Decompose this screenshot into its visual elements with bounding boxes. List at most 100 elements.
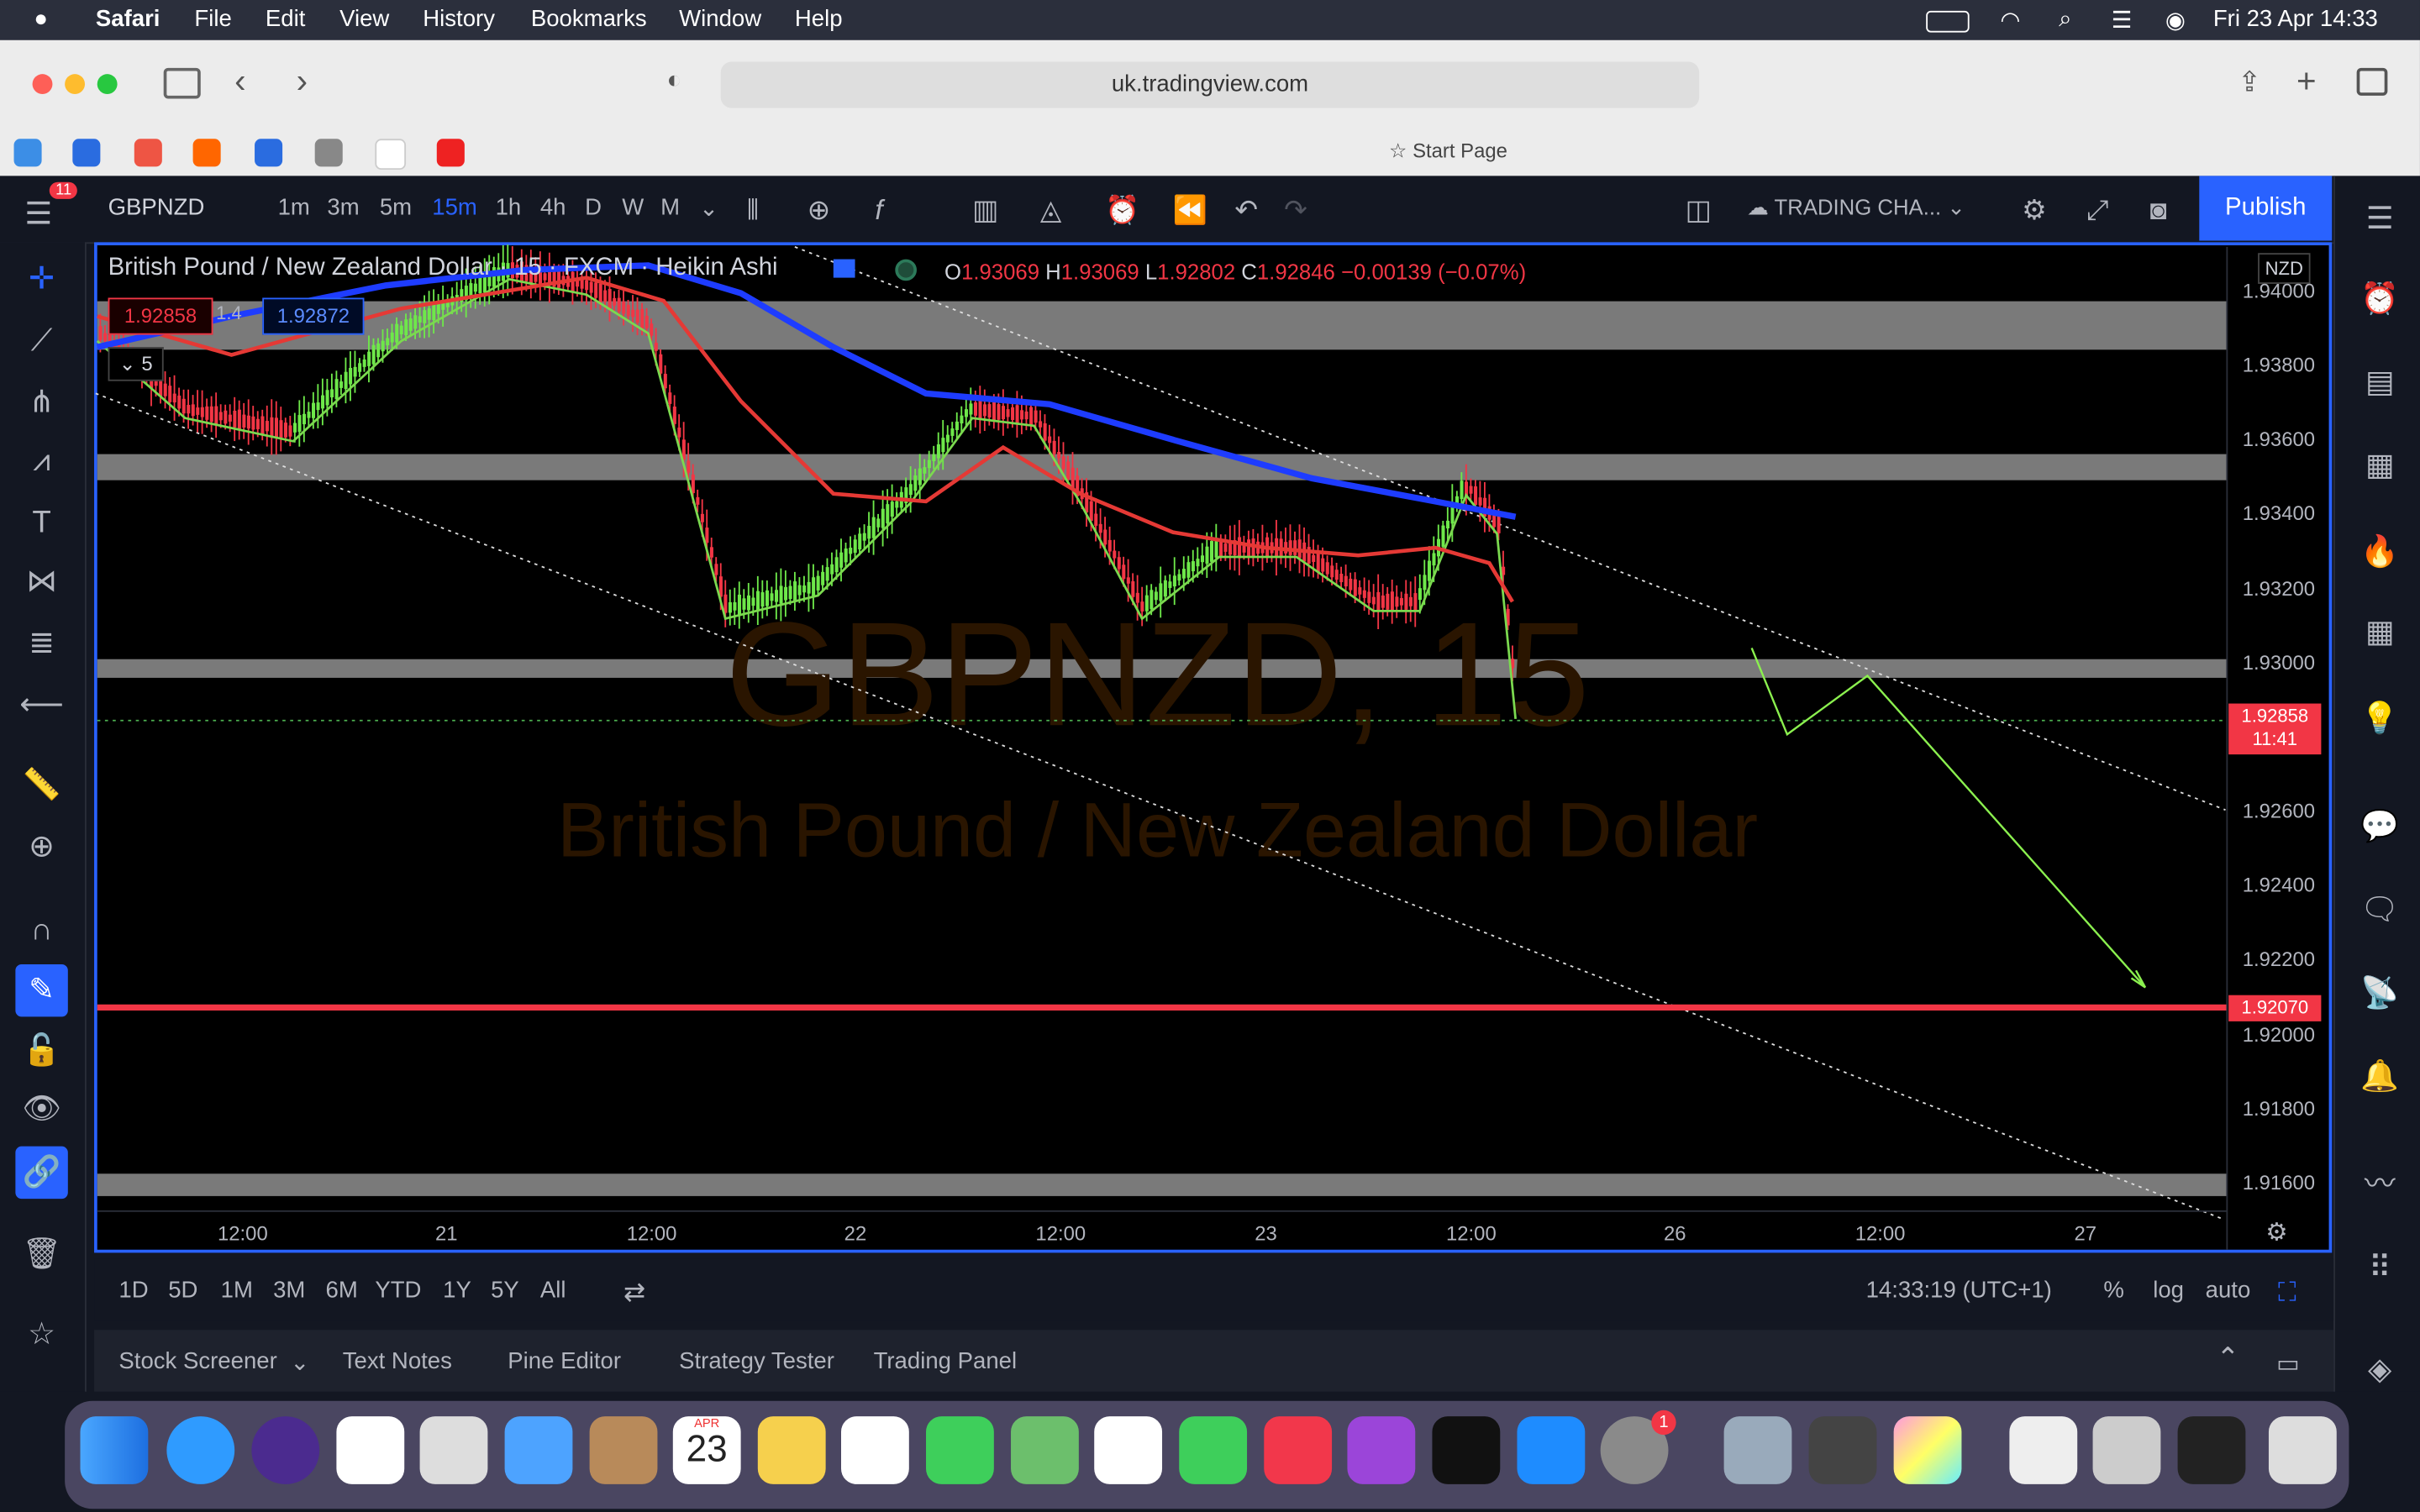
time-tick: 22 xyxy=(844,1221,867,1246)
candle-body xyxy=(334,379,339,400)
chart-thumbnail-icon[interactable] xyxy=(2177,1416,2246,1484)
tab-strategy-tester[interactable]: Strategy Tester xyxy=(679,1348,834,1374)
time-tick: 21 xyxy=(434,1221,458,1246)
candle-body xyxy=(728,601,732,613)
candle-body xyxy=(709,547,713,558)
calendar-app-icon[interactable]: APR 23 xyxy=(672,1416,741,1484)
candle-body xyxy=(663,374,667,389)
photos-icon[interactable] xyxy=(1094,1416,1163,1484)
candle-body xyxy=(687,460,691,473)
candle-body xyxy=(1048,436,1052,444)
candle-body xyxy=(760,592,765,607)
ohlc-values: O1.93069 H1.93069 L1.92802 C1.92846 −0.0… xyxy=(944,259,1527,284)
range-1d[interactable]: 1D xyxy=(118,1278,148,1304)
chevron-up-icon[interactable]: ⌃ xyxy=(2217,1342,2240,1375)
range-1y[interactable]: 1Y xyxy=(443,1278,471,1304)
candle-body xyxy=(1376,591,1381,612)
candle-body xyxy=(677,428,681,438)
price-zone[interactable] xyxy=(97,1173,2228,1196)
candle-body xyxy=(163,383,167,396)
maps-icon[interactable] xyxy=(1011,1416,1079,1484)
facetime-icon[interactable] xyxy=(1179,1416,1248,1484)
price-zone[interactable] xyxy=(97,454,2228,480)
candle-body xyxy=(1478,497,1482,506)
range-6m[interactable]: 6M xyxy=(326,1278,358,1304)
tab-stock-screener[interactable]: Stock Screener xyxy=(118,1348,276,1374)
bottom-panel-tabs: Stock Screener ⌄ Text Notes Pine Editor … xyxy=(94,1330,2334,1392)
sell-button[interactable]: 1.92858 xyxy=(108,297,213,335)
launchpad-icon[interactable] xyxy=(419,1416,488,1484)
projection-path[interactable] xyxy=(1750,647,2146,989)
trash-can-icon[interactable] xyxy=(2268,1416,2337,1484)
candle-body xyxy=(1423,575,1427,591)
maximize-panel-icon[interactable]: ▭ xyxy=(2276,1348,2300,1379)
range-1m[interactable]: 1M xyxy=(221,1278,253,1304)
document-icon[interactable] xyxy=(2009,1416,2078,1484)
preview-icon[interactable] xyxy=(1723,1416,1792,1484)
range-3m[interactable]: 3M xyxy=(273,1278,305,1304)
tab-pine-editor[interactable]: Pine Editor xyxy=(508,1348,621,1374)
candle-body xyxy=(1015,405,1019,423)
candle-body xyxy=(941,438,945,453)
candle-body xyxy=(867,526,871,539)
safari-icon[interactable] xyxy=(166,1416,235,1484)
candle-body xyxy=(172,393,176,403)
candle-body xyxy=(992,402,997,421)
candle-body xyxy=(807,581,811,594)
candle-body xyxy=(960,415,964,424)
candle-body xyxy=(733,601,737,611)
candle-body xyxy=(862,533,866,541)
colorsync-icon[interactable] xyxy=(1808,1416,1877,1484)
candle-body xyxy=(325,390,329,406)
apple-tv-icon[interactable] xyxy=(1432,1416,1501,1484)
podcasts-icon[interactable] xyxy=(1347,1416,1416,1484)
candle-body xyxy=(1358,587,1362,595)
range-5y[interactable]: 5Y xyxy=(491,1278,519,1304)
candle-body xyxy=(825,567,829,581)
news-icon[interactable] xyxy=(336,1416,405,1484)
candle-body xyxy=(784,586,788,601)
candle-body xyxy=(1089,501,1093,522)
watermark-name: British Pound / New Zealand Dollar xyxy=(557,787,1758,873)
tab-text-notes[interactable]: Text Notes xyxy=(343,1348,452,1374)
candle-body xyxy=(1113,550,1117,559)
candle-body xyxy=(279,420,283,438)
chart-settings-icon[interactable]: ⚙ xyxy=(2265,1217,2287,1248)
candle-body xyxy=(1154,591,1158,601)
utc-clock[interactable]: 14:33:19 (UTC+1) xyxy=(1866,1278,2052,1304)
candle-body xyxy=(1353,579,1357,596)
range-5d[interactable]: 5D xyxy=(168,1278,197,1304)
range-all[interactable]: All xyxy=(540,1278,566,1304)
candle-body xyxy=(395,323,399,343)
candle-body xyxy=(297,415,302,433)
finder-icon[interactable] xyxy=(80,1416,149,1484)
candle-body xyxy=(242,414,246,428)
screenshot-thumbnail-icon[interactable] xyxy=(2092,1416,2161,1484)
candle-body xyxy=(1334,570,1339,580)
candle-body xyxy=(1418,588,1422,601)
indicators-toggle[interactable]: ⌄ 5 xyxy=(108,347,164,381)
buy-button[interactable]: 1.92872 xyxy=(262,297,365,335)
app-store-icon[interactable] xyxy=(1517,1416,1586,1484)
reminders-icon[interactable] xyxy=(841,1416,909,1484)
fullscreen-corners-icon[interactable]: ⛶ xyxy=(2278,1278,2296,1309)
messages-app-icon[interactable] xyxy=(926,1416,994,1484)
chevron-down-icon[interactable]: ⌄ xyxy=(290,1348,309,1376)
candle-body xyxy=(997,404,1001,420)
tab-trading-panel[interactable]: Trading Panel xyxy=(874,1348,1018,1374)
color-picker-icon[interactable] xyxy=(1893,1416,1962,1484)
log-scale-toggle[interactable]: log xyxy=(2153,1278,2184,1304)
auto-scale-toggle[interactable]: auto xyxy=(2206,1278,2251,1304)
candle-body xyxy=(367,351,371,366)
siri-icon[interactable] xyxy=(251,1416,320,1484)
candle-body xyxy=(890,501,894,517)
contacts-icon[interactable] xyxy=(589,1416,658,1484)
date-range-icon[interactable]: ⇄ xyxy=(623,1278,645,1309)
mail-icon[interactable] xyxy=(504,1416,573,1484)
candle-body xyxy=(274,417,278,438)
range-ytd[interactable]: YTD xyxy=(375,1278,421,1304)
percent-scale-toggle[interactable]: % xyxy=(2103,1278,2124,1304)
chart-legend[interactable]: British Pound / New Zealand Dollar · 15 … xyxy=(108,255,778,282)
music-icon[interactable] xyxy=(1264,1416,1333,1484)
notes-icon[interactable] xyxy=(757,1416,826,1484)
